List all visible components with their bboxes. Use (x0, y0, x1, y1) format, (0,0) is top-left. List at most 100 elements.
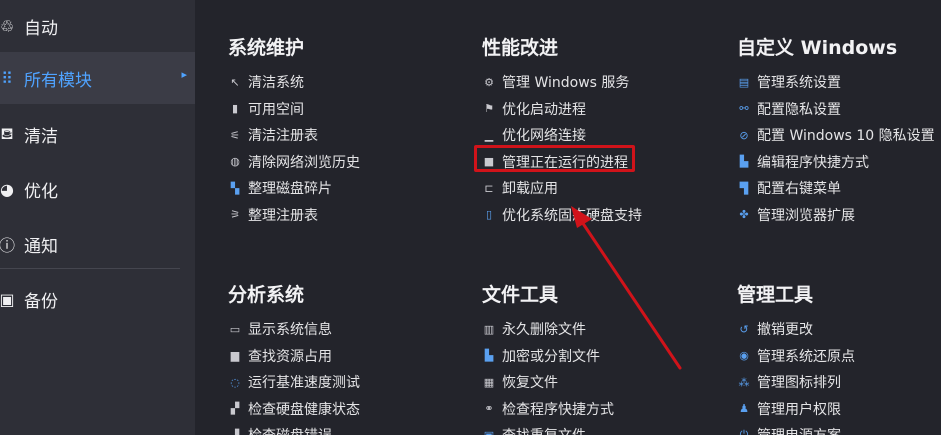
module-privacy-settings[interactable]: ⚯ 配置隐私设置 (737, 96, 935, 123)
section-customize-windows: 自定义 Windows ▤ 管理系统设置 ⚯ 配置隐私设置 ⊘ 配置 Windows … (737, 35, 935, 228)
module-label: 配置右键菜单 (757, 181, 841, 198)
module-undo-changes[interactable]: ↺ 撤销更改 (737, 316, 855, 343)
module-clean-system[interactable]: ↖ 清洁系统 (228, 69, 360, 96)
sidebar-item-optimize[interactable]: ◕ 优化 (0, 163, 195, 215)
info-icon: ⓘ (0, 236, 15, 255)
module-system-info[interactable]: ▭ 显示系统信息 (228, 316, 360, 343)
module-edit-shortcuts[interactable]: ▙ 编辑程序快捷方式 (737, 149, 935, 176)
section-title: 系统维护 (228, 37, 305, 59)
uninstall-icon: ⊏ (484, 181, 494, 195)
module-windows-services[interactable]: ⚙ 管理 Windows 服务 (482, 69, 642, 96)
module-label: 永久删除文件 (502, 322, 586, 339)
module-label: 显示系统信息 (248, 322, 332, 339)
module-win10-privacy[interactable]: ⊘ 配置 Windows 10 隐私设置 (737, 122, 935, 149)
module-label: 加密或分割文件 (502, 348, 600, 365)
module-label: 可用空间 (248, 101, 304, 118)
sidebar-divider (0, 268, 180, 269)
module-label: 配置 Windows 10 隐私设置 (757, 128, 935, 145)
puzzle-icon: ✤ (739, 208, 749, 222)
module-ssd-support[interactable]: ▯ 优化系统固态硬盘支持 (482, 202, 642, 229)
module-label: 查找资源占用 (248, 348, 332, 365)
module-icon-layout[interactable]: ⁂ 管理图标排列 (737, 369, 855, 396)
module-defrag-registry[interactable]: ⚞ 整理注册表 (228, 202, 360, 229)
chevron-right-icon: ▸ (181, 68, 187, 81)
sidebar-item-all-modules[interactable]: ⠿ 所有模块 ▸ (0, 52, 195, 104)
sidebar-item-label: 通知 (24, 236, 58, 257)
module-system-settings[interactable]: ▤ 管理系统设置 (737, 69, 935, 96)
module-user-rights[interactable]: ♟ 管理用户权限 (737, 396, 855, 423)
module-label: 管理正在运行的进程 (502, 154, 628, 171)
broom-icon: ⛾ (0, 123, 14, 143)
module-duplicate-files[interactable]: ▣ 查找重复文件 (482, 422, 614, 435)
grid-icon: ⠿ (1, 68, 13, 88)
gears-icon: ⚙ (484, 75, 494, 89)
module-free-space[interactable]: ▮ 可用空间 (228, 96, 360, 123)
module-defrag-disk[interactable]: ▚ 整理磁盘碎片 (228, 175, 360, 202)
module-label: 清除网络浏览历史 (248, 154, 360, 171)
sidebar: ♲ 自动 ⠿ 所有模块 ▸ ⛾ 清洁 ◕ 优化 ⓘ 通知 ▣ 备份 (0, 0, 195, 435)
sidebar-item-label: 清洁 (24, 126, 58, 147)
no-eye-icon: ⊘ (739, 128, 749, 142)
restore-file-icon: ▦ (483, 375, 495, 389)
registry-icon: ⚟ (230, 128, 240, 142)
section-title: 性能改进 (482, 37, 559, 59)
module-restore-files[interactable]: ▦ 恢复文件 (482, 369, 614, 396)
module-label: 编辑程序快捷方式 (757, 154, 869, 171)
sidebar-item-notifications[interactable]: ⓘ 通知 (0, 218, 195, 270)
module-resource-usage[interactable]: ▆ 查找资源占用 (228, 343, 360, 370)
module-label: 管理系统设置 (757, 75, 841, 92)
sidebar-item-clean[interactable]: ⛾ 清洁 (0, 108, 195, 160)
module-delete-files[interactable]: ▥ 永久删除文件 (482, 316, 614, 343)
module-running-processes[interactable]: ■ 管理正在运行的进程 (482, 149, 642, 176)
section-title: 文件工具 (482, 284, 559, 306)
module-uninstall-apps[interactable]: ⊏ 卸载应用 (482, 175, 642, 202)
section-title: 自定义 Windows (737, 37, 898, 59)
module-restore-points[interactable]: ◉ 管理系统还原点 (737, 343, 855, 370)
process-icon: ■ (483, 155, 495, 169)
module-label: 查找重复文件 (502, 425, 586, 435)
module-context-menu[interactable]: ▜ 配置右键菜单 (737, 175, 935, 202)
module-clean-registry[interactable]: ⚟ 清洁注册表 (228, 122, 360, 149)
sidebar-item-backup[interactable]: ▣ 备份 (0, 273, 195, 325)
disk-error-icon: ▟ (228, 429, 242, 435)
duplicate-icon: ▣ (482, 429, 496, 435)
globe-icon: ◍ (230, 155, 240, 169)
module-label: 整理注册表 (248, 207, 318, 224)
sidebar-item-auto[interactable]: ♲ 自动 (0, 0, 195, 52)
restore-point-icon: ◉ (739, 349, 749, 363)
module-label: 检查程序快捷方式 (502, 401, 614, 418)
module-clear-browser-history[interactable]: ◍ 清除网络浏览历史 (228, 149, 360, 176)
module-check-shortcuts[interactable]: ⚭ 检查程序快捷方式 (482, 396, 614, 423)
sidebar-item-label: 备份 (24, 291, 58, 312)
section-analysis: 分析系统 ▭ 显示系统信息 ▆ 查找资源占用 ◌ 运行基准速度测试 ▞ 检查硬盘健康状态… (228, 282, 360, 435)
module-label: 优化启动进程 (502, 101, 586, 118)
module-power-plans[interactable]: ⏻ 管理电源方案 (737, 422, 855, 435)
privacy-icon: ⚯ (739, 102, 749, 116)
module-browser-extensions[interactable]: ✤ 管理浏览器扩展 (737, 202, 935, 229)
module-label: 管理电源方案 (757, 425, 841, 435)
module-encrypt-split[interactable]: ▙ 加密或分割文件 (482, 343, 614, 370)
module-label: 管理用户权限 (757, 401, 841, 418)
lock-file-icon: ▙ (484, 349, 494, 363)
module-disk-errors[interactable]: ▟ 检查磁盘错误 (228, 422, 360, 435)
speed-icon: ◌ (230, 375, 240, 389)
cursor-icon: ↖ (230, 75, 240, 89)
module-label: 管理系统还原点 (757, 348, 855, 365)
module-benchmark[interactable]: ◌ 运行基准速度测试 (228, 369, 360, 396)
flag-icon: ⚑ (484, 102, 494, 116)
module-label: 撤销更改 (757, 322, 813, 339)
defrag-icon: ▚ (230, 181, 240, 195)
section-maintenance: 系统维护 ↖ 清洁系统 ▮ 可用空间 ⚟ 清洁注册表 ◍ 清除网络浏览历史 ▚ 整理磁盘碎… (228, 35, 360, 228)
module-disk-health[interactable]: ▞ 检查硬盘健康状态 (228, 396, 360, 423)
module-label: 管理图标排列 (757, 375, 841, 392)
module-network-connection[interactable]: ▁ 优化网络连接 (482, 122, 642, 149)
registry-tidy-icon: ⚞ (230, 208, 240, 222)
trash-icon: ▥ (483, 322, 495, 336)
gauge-icon: ◕ (0, 179, 14, 199)
module-label: 运行基准速度测试 (248, 375, 360, 392)
section-file-tools: 文件工具 ▥ 永久删除文件 ▙ 加密或分割文件 ▦ 恢复文件 ⚭ 检查程序快捷方式 ▣ 查… (482, 282, 614, 435)
module-label: 恢复文件 (502, 375, 558, 392)
user-icon: ♟ (739, 402, 749, 416)
sidebar-item-label: 自动 (24, 18, 58, 39)
module-startup-programs[interactable]: ⚑ 优化启动进程 (482, 96, 642, 123)
